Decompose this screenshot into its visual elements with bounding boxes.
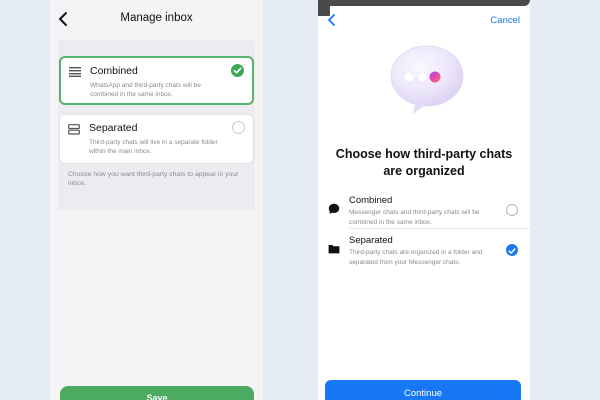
option-description: WhatsApp and third-party chats will be c… <box>90 82 201 98</box>
page-title: Choose how third-party chats are organiz… <box>335 147 513 178</box>
header: Manage inbox <box>50 0 263 40</box>
checkmark-icon[interactable] <box>231 64 244 77</box>
back-chevron-icon[interactable] <box>326 13 338 27</box>
chat-bubble-icon <box>328 203 340 214</box>
chat-bubble-illustration-icon <box>390 45 464 114</box>
save-button[interactable]: Save <box>60 386 254 400</box>
option-separated[interactable]: Separated Third-party chats are organize… <box>318 235 530 275</box>
status-bar <box>318 0 530 16</box>
page-title: Manage inbox <box>120 12 193 24</box>
option-label: Separated <box>349 235 393 246</box>
option-label: Combined <box>349 195 393 206</box>
divider <box>349 228 530 229</box>
option-combined[interactable]: Combined Messenger chats and third-party… <box>318 195 530 235</box>
option-description: Third-party chats are organized in a fol… <box>349 249 483 266</box>
option-description: Messenger chats and third-party chats wi… <box>349 209 480 226</box>
organize-chats-screen: Cancel Choose how third-party chats are … <box>318 0 530 400</box>
folder-split-icon <box>68 124 80 135</box>
manage-inbox-screen: Manage inbox Combined WhatsApp and third… <box>50 0 263 400</box>
option-label: Combined <box>90 65 138 77</box>
option-label: Separated <box>89 122 138 134</box>
folder-icon <box>328 245 340 254</box>
option-separated[interactable]: Separated Third-party chats will live in… <box>59 114 254 164</box>
option-description: Third-party chats will live in a separat… <box>89 139 218 155</box>
list-lines-icon <box>69 67 81 77</box>
checkmark-icon[interactable] <box>506 244 518 256</box>
radio-button[interactable] <box>506 204 518 216</box>
option-combined[interactable]: Combined WhatsApp and third-party chats … <box>59 56 254 105</box>
continue-button[interactable]: Continue <box>325 380 521 400</box>
cancel-button[interactable]: Cancel <box>490 15 520 26</box>
radio-button[interactable] <box>232 121 245 134</box>
help-text: Choose how you want third-party chats to… <box>68 171 239 187</box>
